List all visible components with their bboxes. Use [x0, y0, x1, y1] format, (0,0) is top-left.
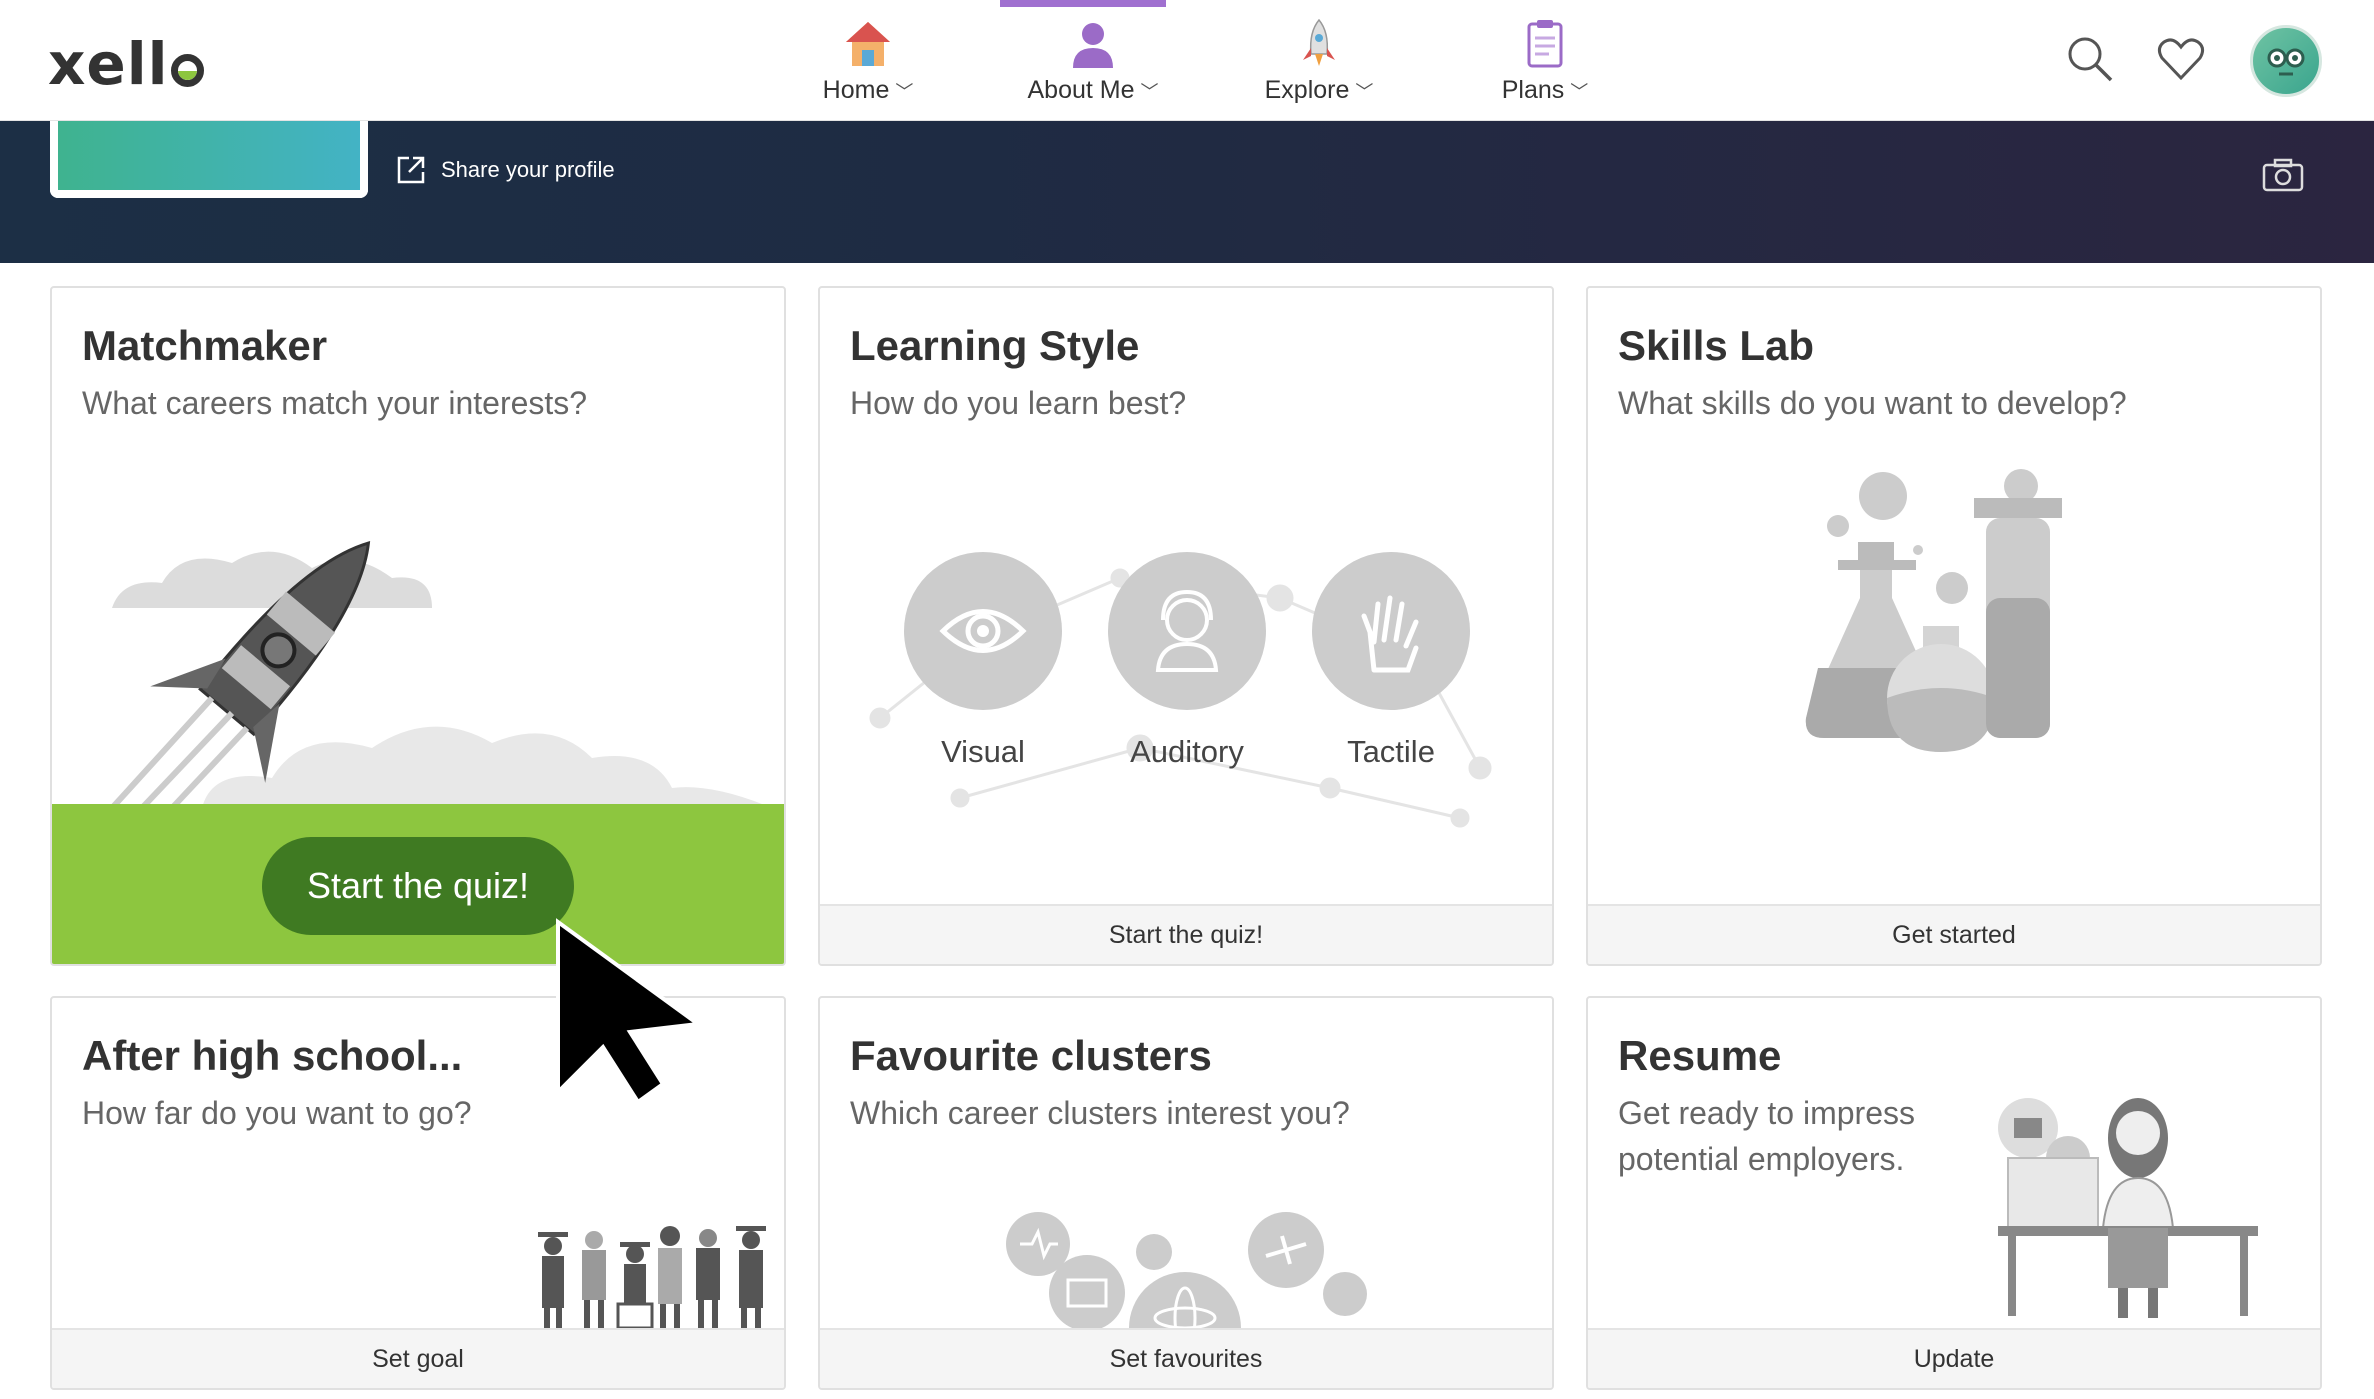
card-subtitle: What skills do you want to develop? [1618, 385, 2127, 421]
nav-about-me-label: About Me [1027, 76, 1135, 104]
visual-style-circle[interactable] [904, 552, 1062, 710]
lab-flasks-icon [1805, 469, 2062, 752]
auditory-style-circle[interactable] [1108, 552, 1266, 710]
skills-lab-footer-button[interactable]: Get started [1588, 904, 2320, 964]
top-nav: xell Home ﹀ About Me ﹀ Explore ﹀ Plans ﹀ [0, 0, 2374, 121]
card-subtitle: How far do you want to go? [82, 1095, 472, 1131]
tactile-label: Tactile [1347, 734, 1435, 769]
resume-card[interactable]: Resume Get ready to impress potential em… [1586, 996, 2322, 1390]
update-resume-button[interactable]: Update [1588, 1328, 2320, 1388]
house-icon [846, 22, 890, 66]
graduates-icon [538, 1226, 766, 1328]
tactile-style-circle[interactable] [1312, 552, 1470, 710]
hand-icon [1361, 595, 1419, 673]
card-title: Skills Lab [1618, 322, 1815, 369]
headphones-icon [1155, 589, 1219, 672]
favourite-clusters-card[interactable]: Favourite clusters Which career clusters… [818, 996, 1554, 1390]
rocket-icon [1303, 18, 1335, 66]
chevron-down-icon: ﹀ [1140, 82, 1159, 102]
matchmaker-card[interactable]: Matchmaker What careers match your inter… [50, 286, 786, 966]
nav-active-indicator [1000, 0, 1166, 7]
person-icon [1073, 23, 1113, 68]
nav-home-label: Home [822, 76, 890, 104]
share-icon [397, 156, 425, 184]
learning-style-card[interactable]: Learning Style How do you learn best? Vi… [818, 286, 1554, 966]
share-profile-link[interactable]: Share your profile [395, 154, 615, 186]
rocket-illustration [109, 541, 772, 808]
nav-plans-label: Plans [1501, 76, 1565, 104]
camera-icon[interactable] [2262, 158, 2304, 192]
auditory-label: Auditory [1130, 734, 1244, 769]
card-title: After high school... [82, 1032, 463, 1079]
chevron-down-icon: ﹀ [1355, 82, 1374, 102]
card-title: Resume [1618, 1032, 1782, 1079]
avatar-face-icon [2267, 48, 2305, 76]
mouse-cursor-icon [556, 918, 704, 1105]
nav-plans[interactable]: Plans ﹀ [1490, 18, 1600, 105]
heart-icon[interactable] [2156, 34, 2206, 84]
card-title: Learning Style [850, 322, 1140, 369]
xello-logo[interactable]: xell [48, 30, 204, 98]
resume-person-icon [1998, 1098, 2258, 1318]
set-goal-button[interactable]: Set goal [52, 1328, 784, 1388]
resume-subtitle-line2: potential employers. [1618, 1141, 1905, 1177]
search-icon[interactable] [2065, 34, 2115, 84]
resume-subtitle-line1: Get ready to impress [1618, 1095, 1915, 1131]
card-subtitle: Which career clusters interest you? [850, 1095, 1350, 1131]
clipboard-icon [1527, 20, 1563, 68]
nav-explore[interactable]: Explore ﹀ [1254, 18, 1384, 105]
start-quiz-button[interactable]: Start the quiz! [262, 837, 574, 935]
card-subtitle: Get ready to impress potential employers… [1618, 1090, 1915, 1182]
share-profile-label: Share your profile [441, 157, 615, 182]
eye-icon [939, 609, 1027, 653]
chevron-down-icon: ﹀ [1570, 82, 1589, 102]
card-title: Matchmaker [82, 322, 328, 369]
visual-label: Visual [941, 734, 1025, 769]
nav-about-me[interactable]: About Me ﹀ [1018, 18, 1168, 105]
card-title: Favourite clusters [850, 1032, 1212, 1079]
profile-banner: Share your profile [0, 120, 2374, 263]
set-favourites-button[interactable]: Set favourites [820, 1328, 1552, 1388]
user-avatar[interactable] [2250, 25, 2322, 97]
chevron-down-icon: ﹀ [895, 82, 914, 102]
card-subtitle: What careers match your interests? [82, 385, 588, 421]
card-subtitle: How do you learn best? [850, 385, 1187, 421]
profile-cover-thumbnail[interactable] [50, 120, 368, 198]
skills-lab-card[interactable]: Skills Lab What skills do you want to de… [1586, 286, 2322, 966]
career-clusters-icon [1006, 1212, 1367, 1328]
learning-style-footer-button[interactable]: Start the quiz! [820, 904, 1552, 964]
nav-explore-label: Explore [1264, 76, 1350, 104]
nav-home[interactable]: Home ﹀ [808, 18, 928, 105]
